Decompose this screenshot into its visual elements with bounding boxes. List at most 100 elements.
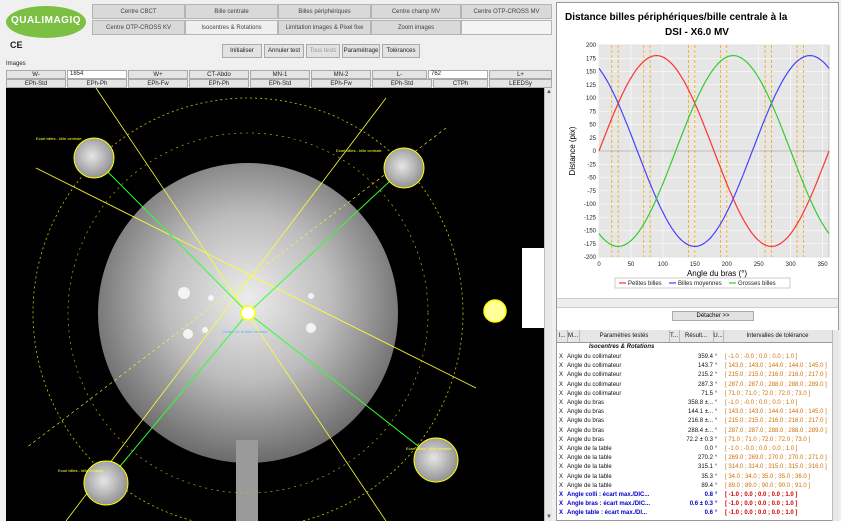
- row-tolerance: [ 89.0 ; 89.0 ; 90.0 ; 90.0 ; 91.0 ]: [725, 482, 811, 489]
- l-minus-button[interactable]: L-: [372, 70, 427, 79]
- nav-zoom-images[interactable]: Zoom images: [371, 20, 461, 35]
- filter-button[interactable]: EPh-Ph: [67, 79, 127, 88]
- row-parameter: Angle du bras: [567, 436, 605, 443]
- nav-isocentres-rotations[interactable]: Isocentres & Rotations: [185, 20, 278, 35]
- row-status: X: [559, 409, 564, 416]
- y-tick-label: -175: [584, 242, 597, 248]
- y-tick-label: -50: [587, 176, 596, 182]
- nav-centre-cbct[interactable]: Centre CBCT: [92, 4, 185, 19]
- nav-centre-champ-mv[interactable]: Centre champ MV: [371, 4, 461, 19]
- table-row[interactable]: X Angle de la table 270.2 ° [ 269.0 ; 269.0 …: [557, 454, 832, 463]
- panel-splitter[interactable]: [557, 298, 838, 308]
- row-unit: °: [715, 372, 718, 379]
- phantom-image[interactable]: Ecart billes - bille centrale Ecart bill…: [6, 88, 544, 521]
- peripheral-ball-top-left[interactable]: [73, 137, 115, 179]
- row-result: 144.1 ±...: [688, 409, 713, 416]
- filter-button[interactable]: CTPh: [433, 79, 488, 88]
- y-tick-label: 0: [593, 149, 597, 155]
- annotation-top-left: Ecart billes - bille centrale: [36, 136, 82, 141]
- row-result: 0.8: [704, 492, 713, 498]
- nav-centre-otp-cross-kv[interactable]: Centre OTP-CROSS KV: [92, 20, 185, 35]
- detach-button[interactable]: Détacher >>: [672, 311, 754, 321]
- nav-centre-otp-cross-mv[interactable]: Centre OTP-CROSS MV: [461, 4, 552, 19]
- table-row[interactable]: X Angle de la table 35.3 ° [ 34.0 ; 34.0 ; 3…: [557, 473, 832, 482]
- row-parameter: Angle de la table: [567, 482, 612, 489]
- ct-abdo-button[interactable]: CT-Abdo: [189, 70, 249, 79]
- table-row[interactable]: X Angle du bras 358.8 ±... ° [ -1.0 ; -0.0 ;…: [557, 399, 832, 408]
- table-scrollbar[interactable]: [832, 330, 839, 521]
- row-result: 215.2: [697, 372, 713, 379]
- y-tick-label: 25: [589, 136, 596, 142]
- table-row[interactable]: X Angle de la table 89.4 ° [ 89.0 ; 89.0 ; 9…: [557, 482, 832, 491]
- filter-button[interactable]: LEEDSy: [489, 79, 552, 88]
- chart-x-label: Angle du bras (°): [687, 269, 747, 278]
- table-header: I... M... Paramètres testés T... Résult.…: [557, 330, 833, 343]
- parametrage-button[interactable]: Paramétrage: [342, 44, 380, 58]
- y-tick-label: -25: [587, 162, 596, 168]
- col-resultat[interactable]: Résult...: [679, 330, 714, 342]
- chart-legend: Petites billes Billes moyennes Grosses bil…: [614, 277, 791, 289]
- small-ball: [208, 295, 214, 301]
- w-minus-button[interactable]: W-: [6, 70, 66, 79]
- table-row[interactable]: X Angle du collimateur 215.2 ° [ 215.0 ; 215…: [557, 371, 832, 380]
- table-row[interactable]: X Angle du collimateur 287.3 ° [ 287.0 ; 287…: [557, 381, 832, 390]
- chart-svg: Distance billes périphériques/bille cent…: [565, 12, 830, 289]
- w-plus-button[interactable]: W+: [128, 70, 188, 79]
- window-level-controls: W- 1854 W+ CT-Abdo MN-1 MN-2 L- 762 L+: [6, 70, 552, 79]
- table-row[interactable]: X Angle de la table 0.0 ° [ -1.0 ; -0.0 ; 0.…: [557, 445, 832, 454]
- table-row[interactable]: X Angle du bras 216.8 ±... ° [ 215.0 ; 215.0…: [557, 417, 832, 426]
- filter-button[interactable]: EPh-Std: [372, 79, 432, 88]
- scroll-down-icon[interactable]: ▼: [545, 513, 553, 521]
- l-plus-button[interactable]: L+: [489, 70, 552, 79]
- tous-tests-button[interactable]: Tous tests: [306, 44, 340, 58]
- filter-button[interactable]: EPh-Std: [250, 79, 310, 88]
- table-row[interactable]: X Angle colli : écart max./DIC... 0.8 ° [ -1…: [557, 491, 832, 500]
- images-label: Images: [6, 61, 26, 67]
- table-row[interactable]: X Angle bras : écart max./DIC... 0.6 ± 0.3…: [557, 500, 832, 509]
- scroll-up-icon[interactable]: ▲: [545, 88, 553, 96]
- filter-button[interactable]: EPh-Ph: [189, 79, 249, 88]
- y-tick-label: -200: [584, 255, 597, 261]
- col-intervalles[interactable]: Intervalles de tolérance: [723, 330, 833, 342]
- peripheral-ball-top-right[interactable]: [383, 147, 425, 189]
- central-ball[interactable]: [240, 305, 256, 321]
- image-viewer[interactable]: Ecart billes - bille centrale Ecart bill…: [6, 88, 544, 521]
- col-parametres[interactable]: Paramètres testés: [579, 330, 670, 342]
- ce-mark: CE: [10, 40, 23, 50]
- y-tick-label: -125: [584, 215, 597, 221]
- row-unit: °: [715, 492, 718, 498]
- mn2-button[interactable]: MN-2: [311, 70, 371, 79]
- row-parameter: Angle du collimateur: [567, 354, 622, 360]
- image-scrollbar[interactable]: ▲ ▼: [544, 88, 552, 521]
- table-row[interactable]: X Angle du collimateur 359.4 ° [ -1.0 ; -0.0…: [557, 353, 832, 362]
- filter-button[interactable]: EPh-Std: [6, 79, 66, 88]
- row-result: 0.6 ± 0.3: [689, 501, 713, 508]
- filter-button[interactable]: EPh-Fw: [311, 79, 371, 88]
- tolerances-button[interactable]: Tolérances: [382, 44, 420, 58]
- row-unit: °: [715, 354, 718, 360]
- row-status: X: [559, 418, 564, 425]
- nav-limitation-images[interactable]: Limitation images & Pixel fixe: [278, 20, 371, 35]
- table-row[interactable]: X Angle du collimateur 71.5 ° [ 71.0 ; 71.0 …: [557, 390, 832, 399]
- initialiser-button[interactable]: Initialiser: [222, 44, 262, 58]
- filter-button[interactable]: EPh-Fw: [128, 79, 188, 88]
- table-row[interactable]: X Angle du bras 72.2 ± 0.3 ° [ 71.0 ; 71.0 ;…: [557, 436, 832, 445]
- row-result: 216.8 ±...: [688, 418, 713, 425]
- table-row[interactable]: X Angle du bras 144.1 ±... ° [ 143.0 ; 143.0…: [557, 408, 832, 417]
- nav-billes-peripheriques[interactable]: Billes périphériques: [278, 4, 371, 19]
- small-ball: [183, 329, 193, 339]
- row-unit: °: [715, 409, 718, 416]
- row-parameter: Angle colli : écart max./DIC...: [567, 492, 650, 498]
- window-value-field[interactable]: 1854: [67, 70, 127, 79]
- table-row[interactable]: X Angle de la table 315.1 ° [ 314.0 ; 314.0 …: [557, 463, 832, 472]
- annuler-test-button[interactable]: Annuler test: [264, 44, 304, 58]
- table-row[interactable]: X Angle du collimateur 143.7 ° [ 143.0 ; 143…: [557, 362, 832, 371]
- level-value-field[interactable]: 762: [428, 70, 488, 79]
- table-row[interactable]: X Angle du bras 288.4 ±... ° [ 287.0 ; 287.0…: [557, 427, 832, 436]
- annotation-center: Centre de la bille centrale: [222, 329, 268, 334]
- row-status: X: [559, 464, 564, 471]
- table-row[interactable]: X Angle table : écart max./DI... 0.6 ° [ -1.…: [557, 509, 832, 518]
- mn1-button[interactable]: MN-1: [250, 70, 310, 79]
- nav-bille-centrale[interactable]: Bille centrale: [185, 4, 278, 19]
- peripheral-ball-bottom-right[interactable]: [413, 437, 459, 483]
